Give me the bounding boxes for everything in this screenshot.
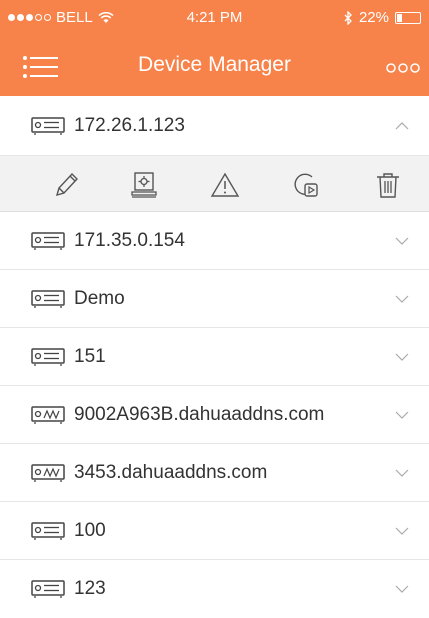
device-label: 171.35.0.154 — [74, 229, 185, 251]
chevron-down-icon[interactable] — [395, 584, 409, 594]
battery-percent: 22% — [358, 9, 389, 26]
alarm-warning-icon[interactable] — [210, 170, 240, 200]
ddns-device-icon — [31, 463, 65, 482]
dvr-device-icon — [31, 521, 65, 540]
device-label: 151 — [74, 345, 106, 367]
device-label: 9002A963B.dahuaaddns.com — [74, 403, 325, 425]
nav-bar: Device Manager — [0, 36, 429, 96]
device-label: 100 — [74, 519, 106, 541]
device-row[interactable]: 9002A963B.dahuaaddns.com — [0, 386, 429, 444]
edit-icon[interactable] — [51, 170, 81, 200]
device-row[interactable]: 151 — [0, 328, 429, 386]
battery-icon — [395, 11, 421, 24]
dvr-device-icon — [31, 116, 65, 135]
device-action-bar — [0, 156, 429, 212]
dvr-device-icon — [31, 580, 65, 598]
chevron-down-icon[interactable] — [395, 294, 409, 304]
chevron-down-icon[interactable] — [395, 468, 409, 478]
device-list: 172.26.1.123 171.35.0.154 Demo 151 9002A… — [0, 96, 429, 618]
battery-fill — [397, 13, 403, 22]
remote-config-icon[interactable] — [129, 170, 159, 200]
playback-icon[interactable] — [290, 170, 320, 200]
dvr-device-icon — [31, 231, 65, 250]
device-row[interactable]: 100 — [0, 502, 429, 560]
device-label: 3453.dahuaaddns.com — [74, 461, 268, 483]
more-options-icon[interactable] — [383, 58, 423, 78]
chevron-down-icon[interactable] — [395, 526, 409, 536]
dvr-device-icon — [31, 347, 65, 366]
device-row[interactable]: 172.26.1.123 — [0, 96, 429, 156]
device-row[interactable]: 171.35.0.154 — [0, 212, 429, 270]
device-row[interactable]: Demo — [0, 270, 429, 328]
page-title: Device Manager — [138, 53, 291, 76]
chevron-down-icon[interactable] — [395, 410, 409, 420]
chevron-up-icon[interactable] — [395, 121, 409, 131]
chevron-down-icon[interactable] — [395, 236, 409, 246]
device-label: 172.26.1.123 — [74, 114, 185, 136]
delete-icon[interactable] — [373, 170, 403, 200]
device-label: Demo — [74, 287, 125, 309]
ddns-device-icon — [31, 405, 65, 424]
chevron-down-icon[interactable] — [395, 352, 409, 362]
status-right: 22% — [344, 9, 421, 26]
device-row[interactable]: 123 — [0, 560, 429, 618]
status-bar: BELL 4:21 PM 22% — [0, 0, 429, 36]
device-row[interactable]: 3453.dahuaaddns.com — [0, 444, 429, 502]
dvr-device-icon — [31, 289, 65, 308]
device-label: 123 — [74, 578, 106, 599]
bluetooth-icon — [344, 10, 352, 25]
